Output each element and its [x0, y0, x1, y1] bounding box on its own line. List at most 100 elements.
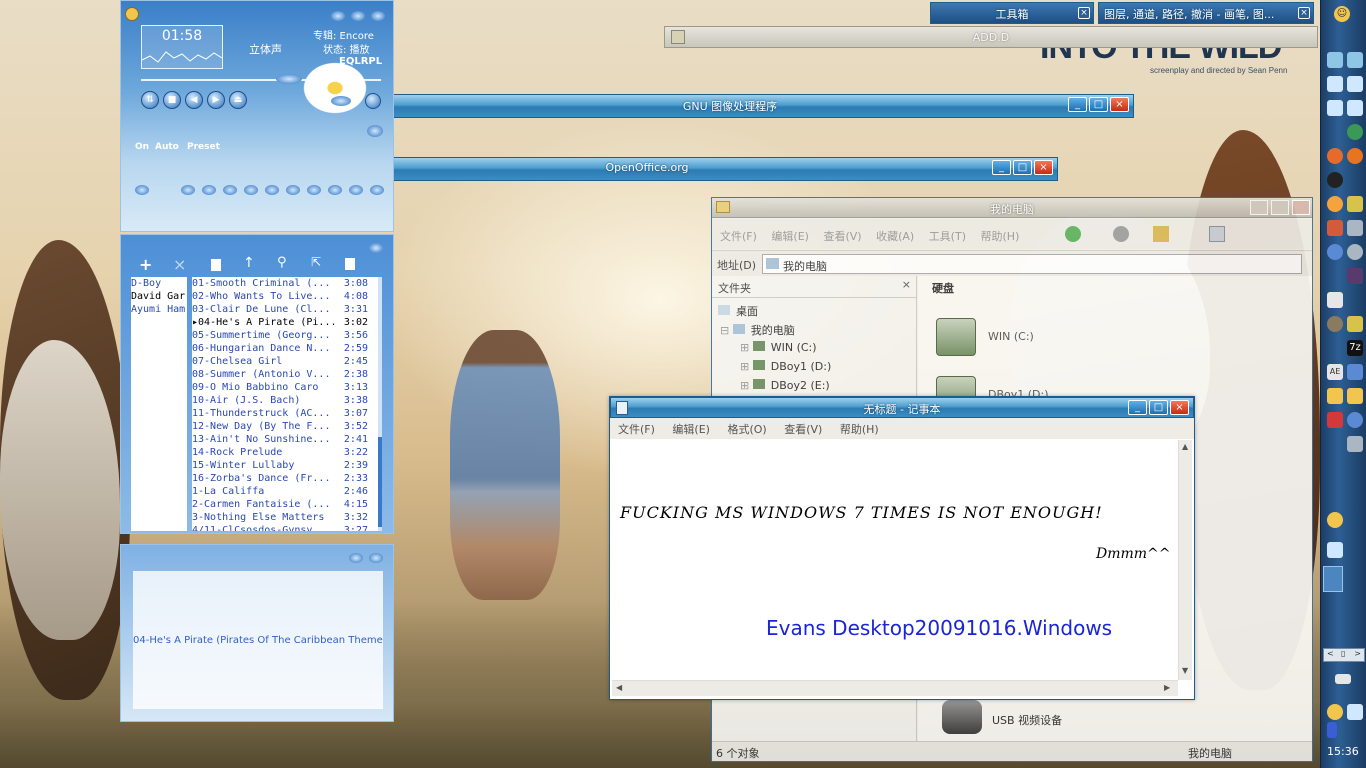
table-row[interactable]: 08-Summer (Antonio V... 2:38 [192, 368, 378, 381]
table-row[interactable]: 11-Thunderstruck (AC... 3:07 [192, 407, 378, 420]
lyrics-minimize-button[interactable] [349, 553, 363, 563]
address-input[interactable]: 我的电脑 [762, 254, 1302, 274]
tree-drive-c[interactable]: ⊞ WIN (C:) [740, 341, 817, 354]
globe-icon[interactable] [1347, 124, 1363, 140]
eq-slider-6[interactable] [286, 185, 300, 195]
app-icon[interactable] [1347, 220, 1363, 236]
table-row[interactable]: 14-Rock Prelude 3:22 [192, 446, 378, 459]
openoffice-minimize-button[interactable]: _ [992, 160, 1011, 175]
gimp-icon[interactable] [1327, 316, 1343, 332]
app-icon[interactable] [1327, 148, 1343, 164]
clock[interactable]: 15:36 [1327, 745, 1359, 758]
list-item[interactable]: Ayumi Ham [131, 303, 187, 316]
layers-window[interactable]: 图层, 通道, 路径, 撤消 - 画笔, 图... × [1098, 2, 1314, 24]
openoffice-maximize-button[interactable]: □ [1013, 160, 1032, 175]
eq-slider-9[interactable] [349, 185, 363, 195]
app-icon[interactable] [1327, 196, 1343, 212]
app-icon[interactable] [1327, 388, 1343, 404]
scroll-thumb[interactable] [378, 437, 382, 527]
scroll-up-icon[interactable]: ▲ [1182, 442, 1188, 451]
table-row[interactable]: 1-La Califfa 2:46 [192, 485, 378, 498]
stop-button[interactable]: ■ [163, 91, 181, 109]
table-row[interactable]: ▸04-He's A Pirate (Pi... 3:02 [192, 316, 378, 329]
quicklaunch-icon[interactable] [1327, 52, 1343, 68]
save-icon[interactable] [345, 258, 355, 270]
views-icon[interactable] [1209, 226, 1225, 242]
quicklaunch-icon[interactable] [1347, 100, 1363, 116]
toolbox-close-button[interactable]: × [1078, 7, 1090, 19]
qq-tray-icon[interactable] [1327, 512, 1343, 528]
start-icon[interactable]: ☺ [1334, 6, 1350, 22]
taskbar-active-window[interactable] [1323, 566, 1343, 592]
explorer-menu-view[interactable]: 查看(V) [823, 230, 861, 243]
keyboard-icon[interactable] [1335, 674, 1351, 684]
table-row[interactable]: 05-Summertime (Georg... 3:56 [192, 329, 378, 342]
firefox-icon[interactable] [1347, 148, 1363, 164]
app-icon[interactable] [1327, 244, 1343, 260]
eject-button[interactable]: ⏏ [229, 91, 247, 109]
app-icon[interactable] [1347, 388, 1363, 404]
scroll-right-icon[interactable]: ▶ [1164, 683, 1170, 692]
app-icon[interactable] [1347, 244, 1363, 260]
notepad-close-button[interactable]: × [1170, 400, 1189, 415]
openoffice-close-button[interactable]: × [1034, 160, 1053, 175]
track-list-scrollbar[interactable] [378, 277, 382, 531]
table-row[interactable]: 15-Winter Lullaby 2:39 [192, 459, 378, 472]
app-icon[interactable]: AE [1327, 364, 1343, 380]
network-icon[interactable] [1347, 704, 1363, 720]
add-icon[interactable]: + [139, 255, 152, 274]
eq-slider-3[interactable] [223, 185, 237, 195]
table-row[interactable]: 2-Carmen Fantaisie (... 4:15 [192, 498, 378, 511]
eq-slider-5[interactable] [265, 185, 279, 195]
notepad-textarea[interactable]: FUCKING MS WINDOWS 7 TIMES IS NOT ENOUGH… [612, 440, 1178, 680]
volume-icon[interactable] [1327, 722, 1337, 738]
balance-handle[interactable] [367, 125, 383, 137]
player-close-button[interactable] [371, 11, 385, 21]
folders-icon[interactable] [1153, 226, 1169, 242]
explorer-menu-edit[interactable]: 编辑(E) [771, 230, 809, 243]
quicklaunch-icon[interactable] [1327, 76, 1343, 92]
app-icon[interactable] [1347, 412, 1363, 428]
app-icon[interactable] [1327, 412, 1343, 428]
table-row[interactable]: 4/11-ClCsosdos-Gynsy... 3:27 [192, 524, 378, 531]
notepad-vertical-scrollbar[interactable]: ▲ ▼ [1178, 440, 1192, 680]
playlist-toggle-button[interactable] [365, 93, 381, 109]
app-icon[interactable] [1347, 436, 1363, 452]
playlist-close-button[interactable] [369, 243, 383, 253]
explorer-maximize-button[interactable] [1271, 200, 1289, 215]
eq-slider-7[interactable] [307, 185, 321, 195]
sort-icon[interactable]: ⇱ [311, 255, 321, 269]
notepad-menu-help[interactable]: 帮助(H) [840, 423, 879, 436]
toolbox-window[interactable]: 工具箱 × [930, 2, 1094, 24]
table-row[interactable]: 3-Nothing Else Matters 3:32 [192, 511, 378, 524]
remove-icon[interactable]: × [173, 255, 186, 274]
explorer-menu-tools[interactable]: 工具(T) [929, 230, 966, 243]
layers-close-button[interactable]: × [1298, 7, 1310, 19]
tree-my-computer[interactable]: ⊟ 我的电脑 [720, 322, 795, 338]
forward-icon[interactable] [1113, 226, 1129, 242]
qq-icon[interactable] [1327, 172, 1343, 188]
table-row[interactable]: 03-Clair De Lune (Cl... 3:31 [192, 303, 378, 316]
up-icon[interactable]: ↑ [243, 255, 255, 271]
quicklaunch-icon[interactable] [1347, 52, 1363, 68]
explorer-titlebar[interactable]: 我的电脑 [712, 198, 1312, 218]
notepad-menu-edit[interactable]: 编辑(E) [672, 423, 710, 436]
app-icon[interactable] [1327, 220, 1343, 236]
volume-handle[interactable] [331, 96, 351, 106]
list-item[interactable]: David Gar [131, 290, 187, 303]
gimp-close-button[interactable]: × [1110, 97, 1129, 112]
explorer-minimize-button[interactable] [1250, 200, 1268, 215]
file-icon[interactable] [211, 259, 221, 271]
table-row[interactable]: 12-New Day (By The F... 3:52 [192, 420, 378, 433]
gimp-minimize-button[interactable]: _ [1068, 97, 1087, 112]
notepad-window[interactable]: 无标题 - 记事本 _ □ × 文件(F) 编辑(E) 格式(O) 查看(V) … [609, 396, 1195, 700]
eq-slider-2[interactable] [202, 185, 216, 195]
notepad-maximize-button[interactable]: □ [1149, 400, 1168, 415]
lyrics-close-button[interactable] [369, 553, 383, 563]
eq-sliders[interactable] [135, 157, 391, 217]
notepad-menu-view[interactable]: 查看(V) [784, 423, 822, 436]
app-icon[interactable] [1347, 364, 1363, 380]
quicklaunch-icon[interactable] [1347, 76, 1363, 92]
eq-slider-10[interactable] [370, 185, 384, 195]
table-row[interactable]: 01-Smooth Criminal (... 3:08 [192, 277, 378, 290]
